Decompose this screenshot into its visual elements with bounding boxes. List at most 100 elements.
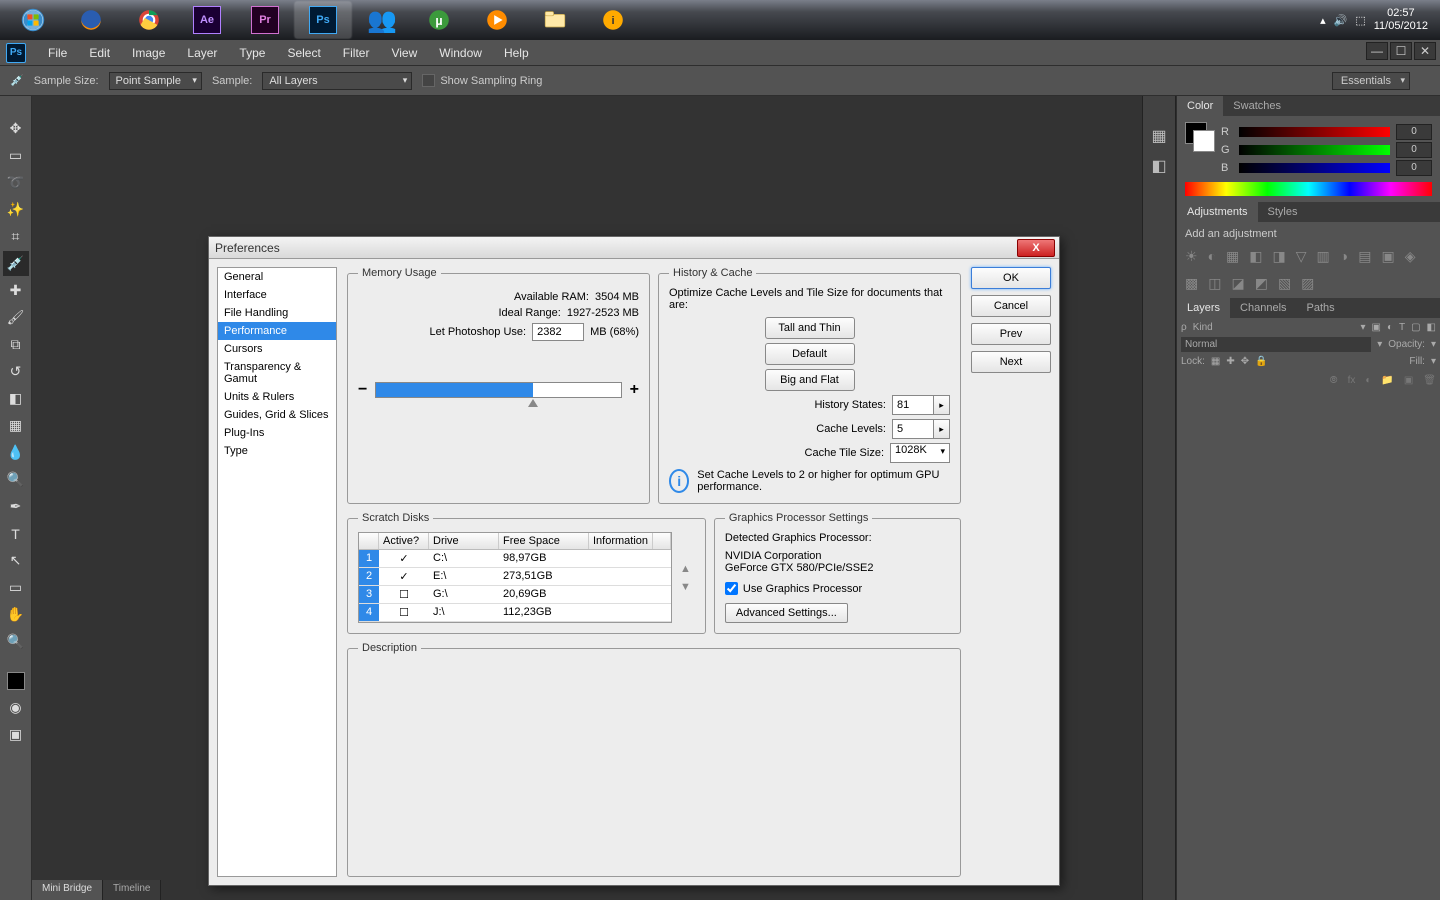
pref-cat-performance[interactable]: Performance xyxy=(218,322,336,340)
tray-arrow-icon[interactable]: ▴ xyxy=(1320,14,1326,27)
taskbar-explorer-icon[interactable] xyxy=(527,2,583,38)
pref-cat-interface[interactable]: Interface xyxy=(218,286,336,304)
memory-slider[interactable] xyxy=(375,382,621,398)
table-row[interactable]: 3☐G:\20,69GB xyxy=(359,586,671,604)
adj-icon[interactable]: ◈ xyxy=(1405,248,1416,265)
table-row[interactable]: 1✓C:\98,97GB xyxy=(359,550,671,568)
wand-tool[interactable]: ✨ xyxy=(3,197,29,222)
menu-layer[interactable]: Layer xyxy=(177,43,227,63)
filter-icon[interactable]: T xyxy=(1399,322,1405,333)
pref-cat-cursors[interactable]: Cursors xyxy=(218,340,336,358)
layers-tab[interactable]: Layers xyxy=(1177,298,1230,318)
lock-icon[interactable]: ✚ xyxy=(1226,356,1234,367)
trash-icon[interactable]: 🗑 xyxy=(1423,375,1436,386)
shape-tool[interactable]: ▭ xyxy=(3,575,29,600)
show-sampling-ring-checkbox[interactable] xyxy=(422,74,435,87)
next-button[interactable]: Next xyxy=(971,351,1051,373)
taskbar-info-icon[interactable]: i xyxy=(585,2,641,38)
dialog-close-button[interactable]: X xyxy=(1017,239,1055,257)
adj-icon[interactable]: ◨ xyxy=(1273,248,1286,265)
eraser-tool[interactable]: ◧ xyxy=(3,386,29,411)
stamp-tool[interactable]: ⧉ xyxy=(3,332,29,357)
timeline-tab[interactable]: Timeline xyxy=(103,880,161,900)
background-color[interactable] xyxy=(1193,130,1215,152)
g-slider[interactable] xyxy=(1239,145,1390,155)
network-icon[interactable]: ⬚ xyxy=(1355,14,1365,27)
dialog-titlebar[interactable]: Preferences X xyxy=(209,237,1059,259)
adj-icon[interactable]: ▽ xyxy=(1296,248,1307,265)
minimize-button[interactable]: — xyxy=(1366,42,1388,60)
menu-window[interactable]: Window xyxy=(429,43,492,63)
adjustments-tab[interactable]: Adjustments xyxy=(1177,202,1258,222)
mem-plus-button[interactable]: + xyxy=(630,381,639,399)
start-button[interactable] xyxy=(5,2,61,38)
filter-icon[interactable]: ▣ xyxy=(1371,322,1380,333)
adj-icon[interactable]: ◪ xyxy=(1231,275,1244,292)
lock-icon[interactable]: ✥ xyxy=(1241,356,1249,367)
filter-icon[interactable]: ◧ xyxy=(1427,322,1436,333)
blend-dropdown[interactable]: Normal xyxy=(1181,337,1371,352)
taskbar-premiere-icon[interactable]: Pr xyxy=(237,2,293,38)
taskbar-aftereffects-icon[interactable]: Ae xyxy=(179,2,235,38)
big-flat-button[interactable]: Big and Flat xyxy=(765,369,855,391)
quickmask-button[interactable]: ◉ xyxy=(3,695,29,720)
b-value[interactable]: 0 xyxy=(1396,160,1432,176)
adj-icon[interactable]: ◫ xyxy=(1208,275,1221,292)
mask-icon[interactable]: ◐ xyxy=(1365,375,1371,386)
menu-help[interactable]: Help xyxy=(494,43,539,63)
pref-cat-plugins[interactable]: Plug-Ins xyxy=(218,424,336,442)
sample-size-dropdown[interactable]: Point Sample xyxy=(109,72,202,90)
taskbar-photoshop-icon[interactable]: Ps xyxy=(295,2,351,38)
cache-levels-stepper[interactable]: ▸ xyxy=(934,419,950,439)
fx-icon[interactable]: fx xyxy=(1348,375,1356,386)
new-layer-icon[interactable]: ▣ xyxy=(1404,375,1413,386)
lock-icon[interactable]: 🔒 xyxy=(1255,356,1267,367)
history-states-input[interactable] xyxy=(892,395,934,415)
crop-tool[interactable]: ⌗ xyxy=(3,224,29,249)
scratch-down-button[interactable]: ▼ xyxy=(680,581,691,593)
scratch-active-checkbox[interactable]: ✓ xyxy=(379,550,429,567)
adj-icon[interactable]: ▥ xyxy=(1317,248,1330,265)
pref-cat-general[interactable]: General xyxy=(218,268,336,286)
screenmode-button[interactable]: ▣ xyxy=(3,722,29,747)
lasso-tool[interactable]: ➰ xyxy=(3,170,29,195)
marquee-tool[interactable]: ▭ xyxy=(3,143,29,168)
menu-image[interactable]: Image xyxy=(122,43,175,63)
swatches-tab[interactable]: Swatches xyxy=(1223,96,1291,116)
adj-icon[interactable]: ▦ xyxy=(1226,248,1239,265)
mem-minus-button[interactable]: − xyxy=(358,381,367,399)
adj-icon[interactable]: ▧ xyxy=(1278,275,1291,292)
default-button[interactable]: Default xyxy=(765,343,855,365)
scratch-up-button[interactable]: ▲ xyxy=(680,563,691,575)
pref-cat-units[interactable]: Units & Rulers xyxy=(218,388,336,406)
sample-dropdown[interactable]: All Layers xyxy=(262,72,412,90)
menu-type[interactable]: Type xyxy=(229,43,275,63)
adj-icon[interactable]: ◑ xyxy=(1340,248,1348,265)
type-tool[interactable]: T xyxy=(3,521,29,546)
path-tool[interactable]: ↖ xyxy=(3,548,29,573)
pref-cat-guides[interactable]: Guides, Grid & Slices xyxy=(218,406,336,424)
collapsed-panel-dock[interactable]: ▦ ◧ xyxy=(1142,96,1176,900)
mini-bridge-tab[interactable]: Mini Bridge xyxy=(32,880,103,900)
menu-filter[interactable]: Filter xyxy=(333,43,380,63)
scratch-disks-table[interactable]: Active? Drive Free Space Information 1✓C… xyxy=(358,532,672,623)
paths-tab[interactable]: Paths xyxy=(1297,298,1345,318)
maximize-button[interactable]: ☐ xyxy=(1390,42,1412,60)
table-row[interactable]: 4☐J:\112,23GB xyxy=(359,604,671,622)
ok-button[interactable]: OK xyxy=(971,267,1051,289)
use-gpu-checkbox[interactable] xyxy=(725,582,738,595)
filter-icon[interactable]: ▢ xyxy=(1411,322,1420,333)
clock-time[interactable]: 02:57 xyxy=(1374,7,1428,20)
zoom-tool[interactable]: 🔍 xyxy=(3,629,29,654)
adj-icon[interactable]: ▩ xyxy=(1185,275,1198,292)
menu-file[interactable]: File xyxy=(38,43,77,63)
taskbar-firefox-icon[interactable] xyxy=(63,2,119,38)
hand-tool[interactable]: ✋ xyxy=(3,602,29,627)
pref-cat-filehandling[interactable]: File Handling xyxy=(218,304,336,322)
close-button[interactable]: ✕ xyxy=(1414,42,1436,60)
scratch-active-checkbox[interactable]: ☐ xyxy=(379,604,429,621)
r-slider[interactable] xyxy=(1239,127,1390,137)
menu-select[interactable]: Select xyxy=(277,43,330,63)
color-tab[interactable]: Color xyxy=(1177,96,1223,116)
styles-tab[interactable]: Styles xyxy=(1258,202,1308,222)
